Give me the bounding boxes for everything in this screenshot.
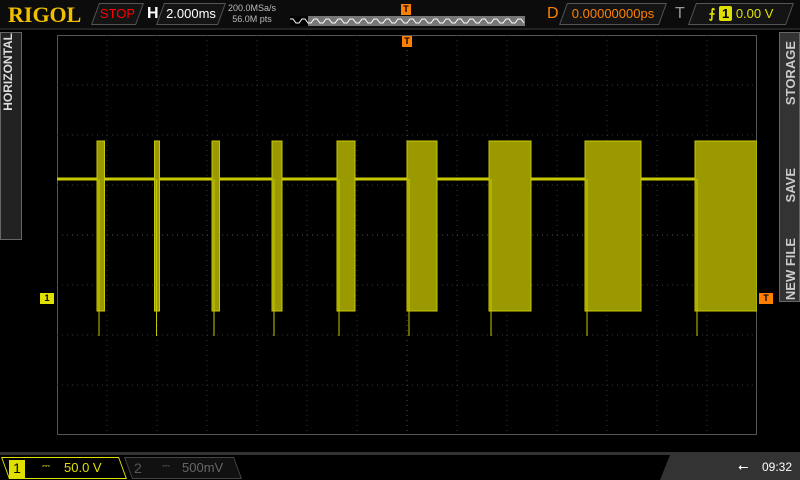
top-bar: RIGOL STOP H 2.000ms 200.0MSa/s 56.0M pts…	[0, 0, 800, 30]
ch1-burst	[694, 140, 757, 312]
ch1-scale: 50.0 V	[64, 460, 102, 475]
clock: 09:32	[762, 460, 793, 474]
side-menu: STORAGE SAVE NEW FILE	[779, 32, 800, 302]
trigger-level: 0.00 V	[735, 6, 774, 21]
horizontal-tab[interactable]: HORIZONTAL	[0, 32, 22, 240]
ch1-burst	[406, 140, 438, 312]
ch1-burst	[211, 140, 220, 312]
rigol-logo: RIGOL	[8, 2, 82, 27]
trigger-label: T	[675, 5, 685, 22]
acquisition-info: 200.0MSa/s 56.0M pts	[228, 3, 276, 25]
ch1-burst	[96, 140, 105, 312]
trigger-display[interactable]: ⨍ 1 0.00 V	[687, 3, 795, 25]
save-button[interactable]: SAVE	[783, 168, 798, 202]
bottom-bar: 1 ⎓ 50.0 V 2 ⎓ 500mV ⭠ 09:32	[0, 452, 800, 480]
ch2-scale: 500mV	[182, 460, 224, 475]
ch1-burst	[584, 140, 642, 312]
ch2-number: 2	[134, 460, 142, 476]
run-stop-status[interactable]: STOP	[90, 3, 145, 25]
trigger-channel: 1	[718, 6, 733, 21]
trigger-position-marker[interactable]: T	[402, 36, 412, 47]
storage-button[interactable]: STORAGE	[783, 41, 798, 105]
new-file-button[interactable]: NEW FILE	[783, 238, 798, 300]
sample-rate: 200.0MSa/s	[228, 3, 277, 13]
ch1-ground-marker[interactable]: 1	[40, 293, 54, 304]
usb-icon: ⭠	[738, 459, 749, 474]
memory-overview	[290, 16, 525, 26]
timebase-display[interactable]: 2.000ms	[155, 3, 227, 25]
rising-edge-icon: ⨍	[708, 6, 716, 21]
ch1-burst	[488, 140, 532, 312]
delay-label: D	[547, 5, 559, 22]
ch1-number: 1	[9, 460, 25, 478]
memory-trigger-marker: T	[401, 4, 411, 15]
memory-depth: 56.0M pts	[232, 14, 272, 24]
ch1-coupling-icon: ⎓	[42, 461, 50, 472]
delay-display[interactable]: 0.00000000ps	[558, 3, 668, 25]
waveform-grid[interactable]	[57, 35, 757, 435]
trigger-level-marker[interactable]: T	[759, 293, 773, 304]
ch2-coupling-icon: ⎓	[162, 461, 170, 472]
ch1-burst	[336, 140, 356, 312]
